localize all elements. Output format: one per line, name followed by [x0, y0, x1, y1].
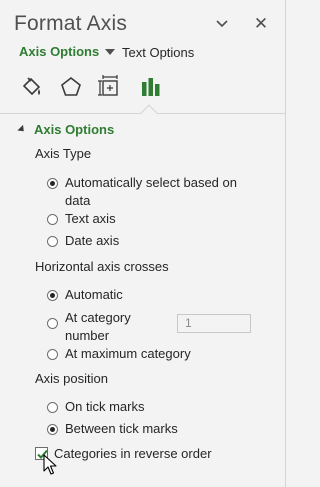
pane-options-chevron-down-icon[interactable] — [211, 15, 233, 33]
effects-pentagon-icon[interactable] — [58, 74, 84, 100]
label-line-2: number — [65, 328, 110, 343]
radio-on-tick-marks[interactable]: On tick marks — [47, 398, 144, 416]
caret-down-icon — [105, 49, 116, 55]
radio-date-axis[interactable]: Date axis — [47, 232, 119, 250]
fill-line-icon[interactable] — [19, 74, 45, 100]
category-number-input[interactable]: 1 — [177, 314, 251, 333]
radio-circle[interactable] — [47, 178, 58, 189]
radio-circle[interactable] — [47, 349, 58, 360]
reverse-order-checkbox-row[interactable]: Categories in reverse order — [35, 446, 212, 461]
radio-between-tick-marks-label: Between tick marks — [65, 421, 178, 436]
category-icon-row — [0, 68, 286, 110]
label-line-1: At category — [65, 310, 131, 325]
axis-type-label: Axis Type — [35, 146, 92, 161]
radio-between-tick-marks[interactable]: Between tick marks — [47, 420, 178, 438]
radio-circle[interactable] — [47, 214, 58, 225]
axis-options-chart-icon[interactable] — [138, 74, 164, 100]
mouse-pointer-icon — [43, 454, 57, 481]
radio-at-maximum-category[interactable]: At maximum category — [47, 345, 191, 363]
radio-text-axis-label: Text axis — [65, 211, 116, 226]
section-axis-options-header[interactable]: Axis Options — [17, 122, 115, 137]
radio-auto-select[interactable]: Automatically select based on data — [47, 174, 237, 210]
tab-text-options[interactable]: Text Options — [122, 45, 194, 60]
radio-circle[interactable] — [47, 318, 58, 329]
radio-automatic[interactable]: Automatic — [47, 286, 123, 304]
radio-automatic-label: Automatic — [65, 287, 123, 302]
radio-circle[interactable] — [47, 236, 58, 247]
radio-circle[interactable] — [47, 402, 58, 413]
tab-axis-options[interactable]: Axis Options — [19, 44, 116, 59]
radio-on-tick-marks-label: On tick marks — [65, 399, 145, 414]
horizontal-axis-crosses-label: Horizontal axis crosses — [35, 259, 169, 274]
label-line-2: data — [65, 193, 91, 208]
radio-circle[interactable] — [47, 424, 58, 435]
pane-title: Format Axis — [14, 12, 128, 35]
radio-at-category-number[interactable]: At category number — [47, 309, 131, 345]
size-properties-icon[interactable] — [97, 74, 123, 100]
close-icon[interactable]: ✕ — [250, 13, 272, 35]
format-axis-pane: Format Axis ✕ Axis Options Text Options — [0, 0, 286, 487]
radio-date-axis-label: Date axis — [65, 233, 120, 248]
label-line-1: Automatically select based on — [65, 175, 237, 190]
radio-at-category-number-label: At category number — [65, 309, 131, 345]
axis-position-label: Axis position — [35, 371, 108, 386]
collapse-triangle-icon — [17, 124, 27, 135]
tab-axis-options-label: Axis Options — [19, 44, 100, 59]
radio-auto-select-label: Automatically select based on data — [65, 174, 237, 210]
radio-at-maximum-category-label: At maximum category — [65, 346, 191, 361]
reverse-order-label: Categories in reverse order — [54, 446, 212, 461]
radio-text-axis[interactable]: Text axis — [47, 210, 116, 228]
radio-circle[interactable] — [47, 290, 58, 301]
section-title: Axis Options — [34, 122, 115, 137]
